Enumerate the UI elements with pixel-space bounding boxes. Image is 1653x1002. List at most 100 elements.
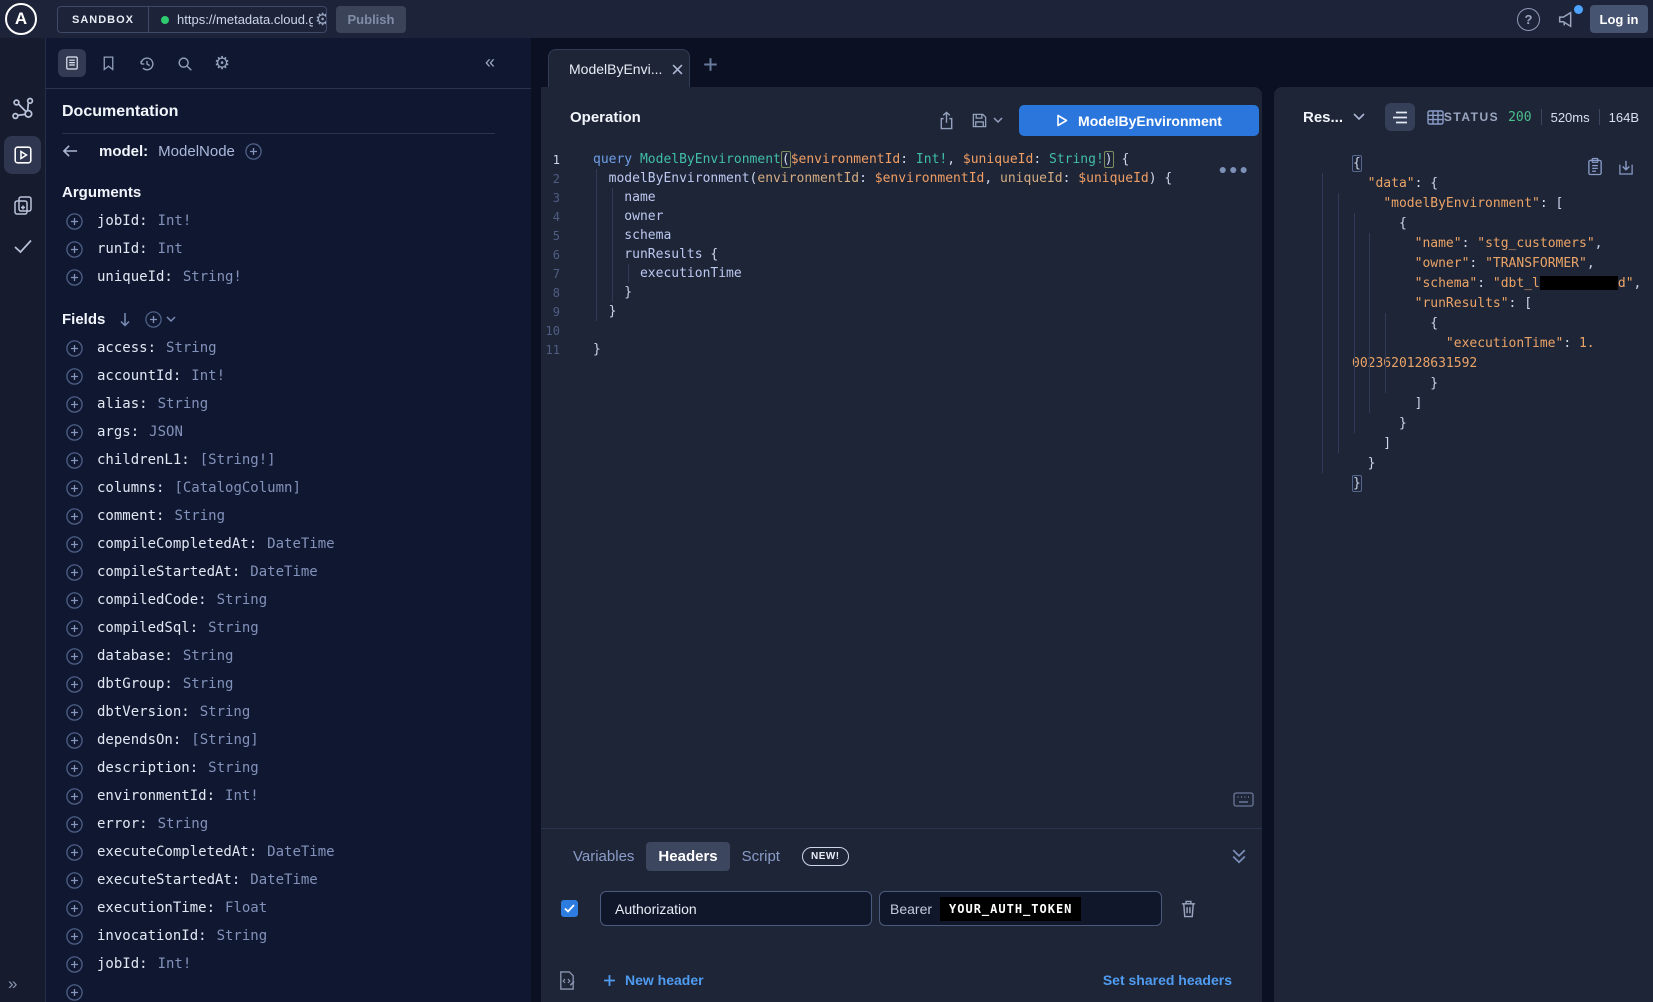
argument-row[interactable]: uniqueId:String! [62, 263, 515, 291]
field-row[interactable]: comment:String [62, 502, 515, 530]
graphql-editor[interactable]: 1query ModelByEnvironment($environmentId… [541, 150, 1242, 359]
field-row[interactable]: compileStartedAt:DateTime [62, 558, 515, 586]
run-operation-button[interactable]: ModelByEnvironment [1019, 105, 1259, 136]
code-line: { [1319, 213, 1647, 233]
delete-header-icon[interactable] [1180, 899, 1197, 918]
field-row[interactable]: childrenL1:[String!] [62, 446, 515, 474]
chevron-down-icon [166, 316, 176, 323]
table-view-toggle-icon[interactable] [1427, 110, 1444, 125]
expand-rail-icon[interactable]: » [8, 974, 17, 994]
argument-row[interactable]: jobId:Int! [62, 207, 515, 235]
field-row[interactable]: dependsOn:[String] [62, 726, 515, 754]
header-row: Bearer YOUR_AUTH_TOKEN [561, 891, 1197, 926]
tab-variables[interactable]: Variables [561, 842, 646, 871]
keyboard-shortcuts-icon[interactable] [1233, 792, 1254, 807]
code-line: 10 [541, 321, 1242, 340]
field-row[interactable]: invocationId:String [62, 922, 515, 950]
code-line: ] [1319, 433, 1647, 453]
field-row[interactable]: accountId:Int! [62, 362, 515, 390]
field-row[interactable]: alias:String [62, 390, 515, 418]
response-dropdown[interactable]: Res... [1303, 109, 1343, 126]
announcements-icon[interactable] [1556, 8, 1580, 32]
explorer-tab-icon[interactable] [4, 136, 41, 174]
preflight-script-icon[interactable] [557, 970, 576, 991]
field-row[interactable]: description:String [62, 754, 515, 782]
back-arrow-icon[interactable] [62, 144, 79, 158]
schema-graph-icon[interactable] [0, 96, 45, 122]
set-shared-headers-link[interactable]: Set shared headers [1103, 972, 1232, 988]
field-row[interactable]: executionTime:Float [62, 894, 515, 922]
code-line: 7 executionTime [541, 264, 1242, 283]
field-row[interactable]: executeStartedAt:DateTime [62, 866, 515, 894]
tab-script[interactable]: Script [730, 842, 792, 871]
indent-guide [1369, 233, 1370, 413]
login-button[interactable]: Log in [1590, 5, 1648, 33]
raw-view-toggle-icon[interactable] [1385, 103, 1415, 131]
divider [1541, 109, 1542, 125]
field-row[interactable]: jobId:Int! [62, 950, 515, 978]
model-type-link[interactable]: ModelNode [158, 143, 235, 160]
collapse-section-icon[interactable] [1232, 849, 1246, 864]
field-row[interactable]: access:String [62, 334, 515, 362]
field-row[interactable]: database:String [62, 642, 515, 670]
indent-guide [1354, 213, 1355, 433]
endpoint-control[interactable]: SANDBOX https://metadata.cloud.getd ⚙ [57, 6, 327, 33]
field-row[interactable]: executeCompletedAt:DateTime [62, 838, 515, 866]
response-header: Res... STATUS 200 520ms 164B [1274, 100, 1653, 134]
field-row[interactable]: environmentId:Int! [62, 782, 515, 810]
publish-button[interactable]: Publish [336, 6, 406, 33]
tab-headers[interactable]: Headers [646, 842, 729, 871]
response-json[interactable]: { "data": { "modelByEnvironment": [ { "n… [1319, 153, 1647, 493]
field-row[interactable]: error:String [62, 810, 515, 838]
operation-tab-title: ModelByEnvi... [569, 61, 662, 77]
explorer-settings-icon[interactable]: ⚙ [214, 53, 230, 74]
code-line: 9 } [541, 302, 1242, 321]
help-icon[interactable]: ? [1517, 8, 1540, 31]
search-icon[interactable] [176, 55, 194, 73]
code-line: } [1319, 413, 1647, 433]
bearer-prefix: Bearer [890, 901, 932, 917]
indent-guide [612, 188, 613, 302]
collapse-panel-icon[interactable]: « [485, 52, 495, 73]
endpoint-settings-icon[interactable]: ⚙ [315, 10, 327, 30]
code-line: { [1319, 153, 1647, 173]
add-fields-icon[interactable] [145, 311, 176, 328]
field-row[interactable]: dbtVersion:String [62, 698, 515, 726]
code-line: 3 name [541, 188, 1242, 207]
endpoint-url[interactable]: https://metadata.cloud.getd [177, 12, 313, 27]
field-row[interactable]: columns:[CatalogColumn] [62, 474, 515, 502]
field-row[interactable]: args:JSON [62, 418, 515, 446]
history-icon[interactable] [138, 55, 156, 73]
sort-fields-icon[interactable] [119, 312, 131, 327]
add-all-fields-icon[interactable] [245, 143, 262, 160]
new-tab-icon[interactable] [703, 57, 718, 72]
documentation-tab-icon[interactable] [58, 49, 86, 77]
argument-row[interactable]: runId:Int [62, 235, 515, 263]
auth-token-value[interactable]: YOUR_AUTH_TOKEN [940, 897, 1081, 921]
field-row[interactable]: compiledCode:String [62, 586, 515, 614]
close-tab-icon[interactable] [672, 64, 683, 75]
header-value-input[interactable]: Bearer YOUR_AUTH_TOKEN [879, 891, 1162, 926]
header-enabled-checkbox[interactable] [561, 900, 578, 917]
check-icon [564, 904, 575, 913]
share-operation-icon[interactable] [938, 111, 955, 130]
new-header-button[interactable]: New header [603, 972, 704, 988]
code-line: 8 } [541, 283, 1242, 302]
checks-icon[interactable] [0, 234, 45, 258]
header-key-input[interactable] [600, 891, 872, 926]
operation-tab[interactable]: ModelByEnvi... [548, 49, 690, 88]
save-operation-icon[interactable] [971, 112, 1003, 129]
code-line: 2 modelByEnvironment(environmentId: $env… [541, 169, 1242, 188]
response-chevron-icon[interactable] [1353, 113, 1365, 121]
indent-guide [1322, 173, 1323, 473]
collections-icon[interactable] [0, 193, 45, 217]
status-label: STATUS [1444, 110, 1499, 124]
field-row[interactable]: compiledSql:String [62, 614, 515, 642]
code-line: 11} [541, 340, 1242, 359]
model-label: model: [99, 143, 148, 160]
saved-operations-icon[interactable] [100, 55, 117, 72]
field-row[interactable]: dbtGroup:String [62, 670, 515, 698]
headers-footer: New header Set shared headers [557, 965, 1232, 995]
arguments-list: jobId:Int!runId:IntuniqueId:String! [62, 207, 515, 291]
field-row[interactable]: compileCompletedAt:DateTime [62, 530, 515, 558]
